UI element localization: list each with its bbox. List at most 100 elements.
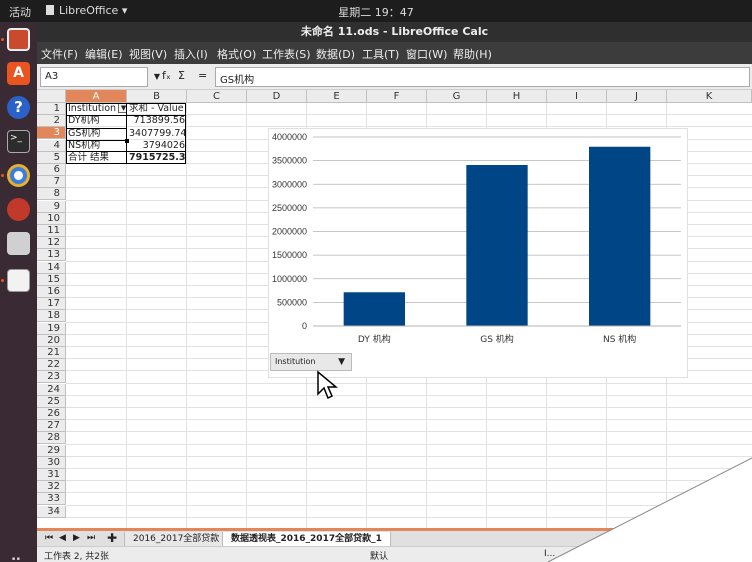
- menu-edit[interactable]: 编辑(E): [85, 46, 123, 62]
- chart-bar[interactable]: [589, 146, 651, 326]
- row-header[interactable]: 6: [37, 164, 66, 176]
- software-center-icon[interactable]: A: [7, 62, 30, 85]
- menu-file[interactable]: 文件(F): [41, 46, 78, 62]
- sum-icon[interactable]: Σ: [178, 69, 185, 82]
- column-header[interactable]: F: [367, 90, 427, 103]
- row-header[interactable]: 2: [37, 115, 66, 128]
- row-header[interactable]: 18: [37, 310, 66, 323]
- chart-bar[interactable]: [343, 292, 405, 326]
- row-header[interactable]: 19: [37, 322, 66, 335]
- row-header[interactable]: 14: [37, 261, 66, 274]
- chromium-icon[interactable]: [7, 164, 30, 187]
- row-header[interactable]: 24: [37, 383, 66, 396]
- column-header[interactable]: K: [667, 90, 752, 103]
- prev-sheet-button[interactable]: ◀: [59, 533, 66, 543]
- mail-icon[interactable]: [7, 232, 30, 255]
- pivot-row-value[interactable]: 3407799.74: [127, 128, 187, 140]
- row-header[interactable]: 5: [37, 151, 66, 164]
- first-sheet-button[interactable]: ⏮: [45, 533, 53, 543]
- x-tick-label: NS 机构: [603, 333, 636, 345]
- row-header[interactable]: 4: [37, 139, 66, 152]
- row-header[interactable]: 32: [37, 481, 66, 494]
- row-header[interactable]: 11: [37, 225, 66, 237]
- chart-field-button[interactable]: Institution ▼: [270, 353, 352, 371]
- row-header[interactable]: 1: [37, 103, 66, 115]
- add-sheet-icon[interactable]: ✚: [107, 531, 117, 545]
- row-header[interactable]: 7: [37, 176, 66, 189]
- next-sheet-button[interactable]: ▶: [73, 533, 80, 543]
- row-header[interactable]: 16: [37, 286, 66, 298]
- row-header[interactable]: 10: [37, 212, 66, 225]
- files-icon[interactable]: [7, 28, 30, 51]
- row-header[interactable]: 15: [37, 273, 66, 286]
- formula-icon[interactable]: =: [198, 69, 207, 82]
- menu-tools[interactable]: 工具(T): [362, 46, 399, 62]
- menu-help[interactable]: 帮助(H): [453, 46, 492, 62]
- row-header[interactable]: 33: [37, 493, 66, 506]
- gridline: [66, 431, 752, 433]
- row-header[interactable]: 3: [37, 127, 66, 140]
- spreadsheet-grid[interactable]: A B C D E F G H I J K 1 2 3 4 5 6 7 8 9 10 11 12 13 1…: [37, 90, 752, 528]
- row-header[interactable]: 25: [37, 395, 66, 408]
- gridline: [66, 419, 752, 421]
- row-header[interactable]: 29: [37, 444, 66, 457]
- menu-sheet[interactable]: 工作表(S): [262, 46, 311, 62]
- function-wizard-icon[interactable]: fₓ: [162, 69, 171, 82]
- fill-handle[interactable]: [125, 139, 129, 143]
- gridline: [186, 103, 187, 528]
- settings-icon[interactable]: [7, 198, 30, 221]
- pivot-chart[interactable]: 0 500000 1000000 1500000 2000000 2500000 30000…: [268, 128, 688, 378]
- terminal-icon[interactable]: >_: [7, 130, 30, 153]
- app-grid-icon[interactable]: ⠿: [10, 557, 22, 562]
- chevron-down-icon: ▼: [338, 357, 345, 367]
- row-header[interactable]: 31: [37, 469, 66, 481]
- row-header[interactable]: 30: [37, 456, 66, 469]
- column-header[interactable]: G: [427, 90, 487, 103]
- tab-sheet2[interactable]: 数据透视表_2016_2017全部贷款_1: [222, 532, 391, 547]
- chart-bar[interactable]: [466, 164, 528, 326]
- row-header[interactable]: 12: [37, 237, 66, 250]
- row-header[interactable]: 27: [37, 420, 66, 433]
- row-header[interactable]: 21: [37, 347, 66, 359]
- row-header[interactable]: 20: [37, 334, 66, 347]
- menu-data[interactable]: 数据(D): [316, 46, 355, 62]
- corner-select-all[interactable]: [37, 90, 66, 103]
- libreoffice-calc-icon[interactable]: [7, 269, 30, 292]
- row-header[interactable]: 22: [37, 359, 66, 372]
- column-header[interactable]: I: [547, 90, 607, 103]
- column-header[interactable]: C: [187, 90, 247, 103]
- page-style[interactable]: 默认: [370, 549, 388, 562]
- column-header[interactable]: D: [247, 90, 307, 103]
- column-header[interactable]: H: [487, 90, 547, 103]
- menu-format[interactable]: 格式(O): [217, 46, 256, 62]
- gridline: [126, 103, 127, 528]
- chart-canvas: 0 500000 1000000 1500000 2000000 2500000 30000…: [272, 132, 681, 345]
- clock[interactable]: 星期二 19：47: [0, 4, 752, 20]
- menu-insert[interactable]: 插入(I): [174, 46, 208, 62]
- pivot-row-label[interactable]: DY机构: [66, 115, 127, 127]
- formula-input[interactable]: GS机构: [215, 67, 750, 87]
- row-header[interactable]: 34: [37, 505, 66, 518]
- column-header[interactable]: A: [66, 90, 127, 103]
- row-header[interactable]: 28: [37, 432, 66, 445]
- pivot-total-value[interactable]: 7915725.3: [127, 152, 187, 164]
- pivot-total-label[interactable]: 合计 结果: [66, 152, 127, 164]
- column-header[interactable]: B: [127, 90, 187, 103]
- row-header[interactable]: 26: [37, 408, 66, 420]
- row-header[interactable]: 9: [37, 200, 66, 213]
- menu-view[interactable]: 视图(V): [129, 46, 167, 62]
- help-icon[interactable]: ?: [7, 96, 30, 119]
- row-header[interactable]: 8: [37, 188, 66, 201]
- last-sheet-button[interactable]: ⏭: [87, 533, 95, 543]
- pivot-row-value[interactable]: 713899.56: [127, 115, 187, 127]
- column-header[interactable]: E: [307, 90, 367, 103]
- name-box[interactable]: A3: [40, 67, 148, 87]
- row-header[interactable]: 23: [37, 371, 66, 384]
- column-header[interactable]: J: [607, 90, 667, 103]
- menu-window[interactable]: 窗口(W): [406, 46, 447, 62]
- row-header[interactable]: 17: [37, 298, 66, 311]
- row-header[interactable]: 13: [37, 249, 66, 262]
- tab-sheet1[interactable]: 2016_2017全部贷款: [124, 532, 229, 547]
- input-mode[interactable]: I...: [544, 549, 555, 559]
- gridline: [66, 455, 752, 457]
